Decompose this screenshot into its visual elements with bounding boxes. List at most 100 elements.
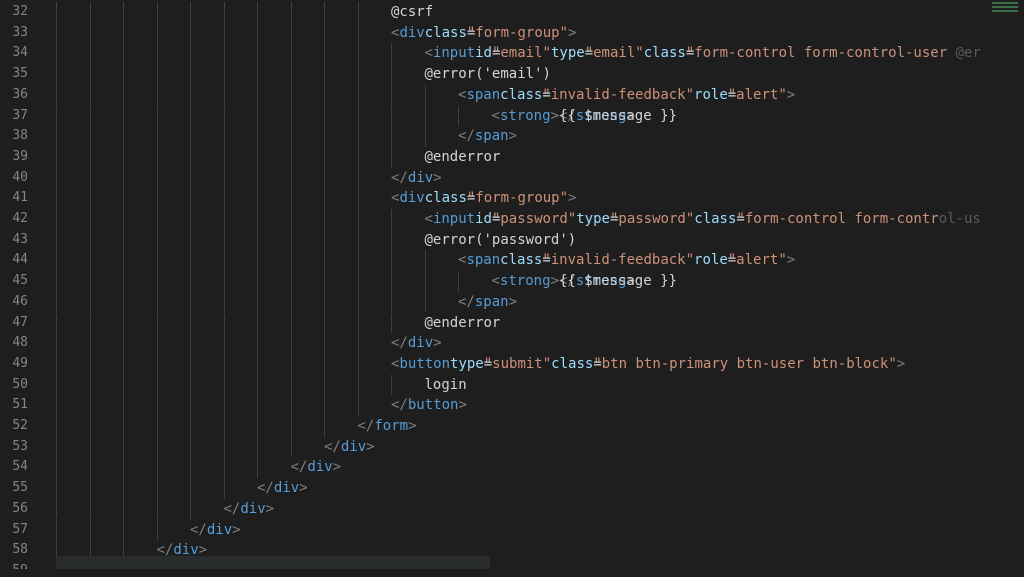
indent-guide (257, 312, 258, 334)
indent-guide (89, 291, 91, 313)
indent-guide (123, 84, 124, 106)
indent-guide (156, 312, 158, 334)
code-line[interactable]: </form> (56, 416, 1024, 437)
code-token: "alert" (727, 252, 787, 269)
code-line[interactable]: <span class = "invalid-feedback" role = "ale… (56, 84, 1024, 106)
indent-guide (223, 416, 225, 437)
code-token: > (299, 480, 308, 497)
line-number: 51 (12, 397, 28, 413)
code-token: < (491, 273, 500, 290)
indent-guide (156, 64, 158, 85)
indent-guide (391, 126, 392, 147)
indent-guide (357, 2, 359, 23)
code-line[interactable]: @csrf (56, 2, 1024, 23)
code-line[interactable]: @error('email') (56, 64, 1024, 85)
code-token: = (491, 211, 501, 227)
line-number: 55 (12, 480, 28, 496)
code-token: = (727, 86, 737, 103)
code-area[interactable]: @csrf <div class = "form-group"> <input id = "… (56, 0, 1024, 577)
code-line[interactable]: </div> (56, 167, 1024, 189)
code-line[interactable]: <span class = "invalid-feedback" role = "ale… (56, 250, 1024, 272)
code-line[interactable]: </div> (56, 519, 1024, 541)
code-token: "password" (609, 211, 695, 227)
indent-guide (190, 436, 191, 458)
code-line[interactable]: <div class = "form-group"> (56, 22, 1024, 44)
indent-guide (156, 250, 158, 272)
code-line[interactable]: </div> (56, 457, 1024, 479)
indent-guide (190, 22, 191, 44)
code-token: @enderror (424, 314, 501, 331)
code-line[interactable]: <button type = "submit" class = "btn btn-pri… (56, 353, 1024, 375)
indent-guide (89, 333, 91, 354)
indent-guide (123, 395, 124, 416)
code-line[interactable]: login (56, 374, 1024, 396)
indent-guide (190, 84, 191, 106)
code-token: input (432, 211, 476, 227)
indent-guide (190, 291, 191, 313)
code-line[interactable]: </span> (56, 126, 1024, 147)
code-token: @enderror (424, 148, 501, 165)
indent-guide (156, 188, 158, 209)
indent-guide (123, 167, 124, 189)
minimap[interactable] (992, 2, 1018, 16)
indent-guide (290, 146, 292, 168)
indent-guide (89, 22, 91, 44)
indent-guide (156, 478, 158, 499)
indent-guide (391, 374, 392, 396)
indent-guide (257, 416, 258, 437)
code-line[interactable]: </div> (56, 478, 1024, 499)
code-line[interactable]: <strong>{{ $message }} </strong> (56, 105, 1024, 127)
code-token: "password" (491, 211, 577, 227)
code-token: > (550, 107, 559, 124)
code-line[interactable]: </span> (56, 291, 1024, 313)
indent-guide (190, 146, 191, 168)
indent-guide (424, 250, 426, 272)
indent-guide (156, 84, 158, 106)
code-token: strong (499, 273, 551, 290)
indent-guide (190, 229, 191, 251)
code-text: @enderror (425, 313, 501, 334)
line-number-gutter[interactable]: 32 33 34 35 36 37 38 39 40 41 42 43 44 45 46 47 48 49 50 51… (0, 0, 56, 577)
indent-guide (123, 374, 124, 396)
indent-guide (89, 188, 91, 209)
code-token: = (466, 190, 476, 207)
indent-guide (89, 105, 91, 127)
indent-guide (89, 209, 91, 230)
indent-guide (190, 105, 191, 127)
indent-guide (324, 416, 325, 437)
indent-guide (190, 416, 191, 437)
indent-guide (89, 229, 91, 251)
indent-guide (257, 209, 258, 230)
code-line[interactable]: <input id = "email" type = "email" class = "fo… (56, 43, 1024, 65)
code-line[interactable]: <strong>{{ $message }} </strong> (56, 271, 1024, 292)
indent-guide (56, 312, 57, 334)
indent-guide (290, 84, 292, 106)
code-token: </ (357, 418, 375, 434)
indent-guide (89, 167, 91, 189)
code-text: <span class = "invalid-feedback" role = "ale… (458, 250, 795, 271)
code-line[interactable]: <div class = "form-group"> (56, 188, 1024, 209)
code-line[interactable]: </div> (56, 436, 1024, 458)
code-token: {{ $message }} (558, 273, 677, 290)
code-token: = (542, 252, 551, 269)
indent-guide (458, 105, 459, 127)
code-line[interactable]: <input id = "password" type = "password" cla… (56, 209, 1024, 230)
code-editor[interactable]: 32 33 34 35 36 37 38 39 40 41 42 43 44 45 46 47 48 49 50 51… (0, 0, 1024, 577)
indent-guide (290, 353, 292, 375)
line-number: 37 (12, 107, 28, 123)
code-line[interactable]: </div> (56, 498, 1024, 520)
indent-guide (290, 22, 292, 44)
code-line[interactable]: @error('password') (56, 229, 1024, 251)
indent-guide (56, 146, 57, 168)
code-line[interactable]: </div> (56, 333, 1024, 354)
code-line[interactable]: @enderror (56, 312, 1024, 334)
code-line[interactable]: @enderror (56, 146, 1024, 168)
indent-guide (56, 519, 57, 541)
code-line[interactable]: </button> (56, 395, 1024, 416)
indent-guide (223, 271, 225, 292)
code-token: button (399, 355, 451, 372)
horizontal-scrollbar[interactable] (0, 569, 1024, 577)
indent-guide (324, 43, 325, 65)
indent-guide (290, 416, 292, 437)
